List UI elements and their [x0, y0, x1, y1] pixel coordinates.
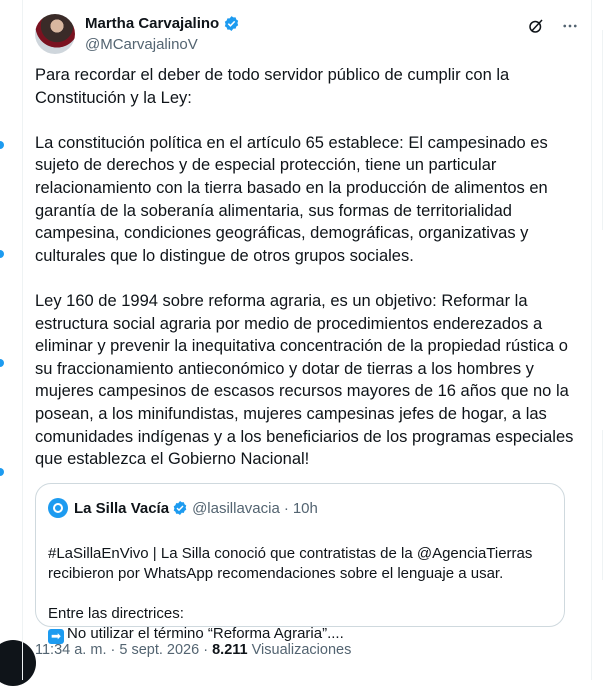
author-display-name[interactable]: Martha Carvajalino: [85, 15, 219, 32]
verified-badge-icon: [173, 501, 187, 515]
tweet-text: Para recordar el deber de todo servidor …: [35, 66, 574, 469]
right-panel-edge: [602, 430, 607, 580]
quoted-tweet[interactable]: La Silla Vacía @lasillavacia · 10h #LaSi…: [35, 483, 565, 644]
left-rail: [0, 0, 36, 686]
rail-marker: [0, 468, 4, 476]
tweet-footer: 11:34 a. m. · 5 sept. 2026 · 8.211 Visua…: [35, 642, 351, 658]
right-edge: [601, 0, 607, 680]
quoted-author-avatar: [48, 498, 68, 518]
author-name-row: Martha Carvajalino: [85, 15, 240, 32]
views-count: 8.211: [212, 642, 248, 658]
quoted-separator: ·: [283, 499, 289, 517]
header-actions: [526, 16, 580, 36]
verified-badge-icon: [225, 16, 239, 31]
quoted-time: 10h: [292, 499, 318, 517]
footer-separator: ·: [203, 642, 209, 658]
tweet-header: Martha Carvajalino @MCarvajalinoV: [35, 14, 580, 56]
views-label: Visualizaciones: [251, 642, 352, 658]
quoted-text-body: #LaSillaEnVivo | La Silla conoció que co…: [48, 545, 533, 622]
tweet[interactable]: Martha Carvajalino @MCarvajalinoV Para r…: [22, 0, 592, 680]
tweet-time[interactable]: 11:34 a. m.: [35, 642, 106, 658]
quoted-author-handle: @lasillavacia: [192, 499, 280, 517]
quoted-last-line: ➡ No utilizar el término “Reforma Agraria…: [48, 624, 553, 644]
more-icon[interactable]: [560, 16, 580, 36]
rail-marker: [0, 141, 4, 149]
quoted-tweet-header: La Silla Vacía @lasillavacia · 10h: [48, 498, 318, 518]
quoted-last-line-text: No utilizar el término “Reforma Agraria”…: [67, 625, 344, 642]
rail-marker: [0, 250, 4, 258]
footer-separator: ·: [110, 642, 116, 658]
author-avatar[interactable]: [35, 14, 75, 54]
quoted-author-name: La Silla Vacía: [74, 499, 170, 517]
grok-icon[interactable]: [526, 16, 546, 36]
author-handle[interactable]: @MCarvajalinoV: [85, 36, 198, 53]
tweet-date[interactable]: 5 sept. 2026: [119, 642, 199, 658]
rail-marker: [0, 359, 4, 367]
right-panel-edge: [602, 30, 607, 230]
